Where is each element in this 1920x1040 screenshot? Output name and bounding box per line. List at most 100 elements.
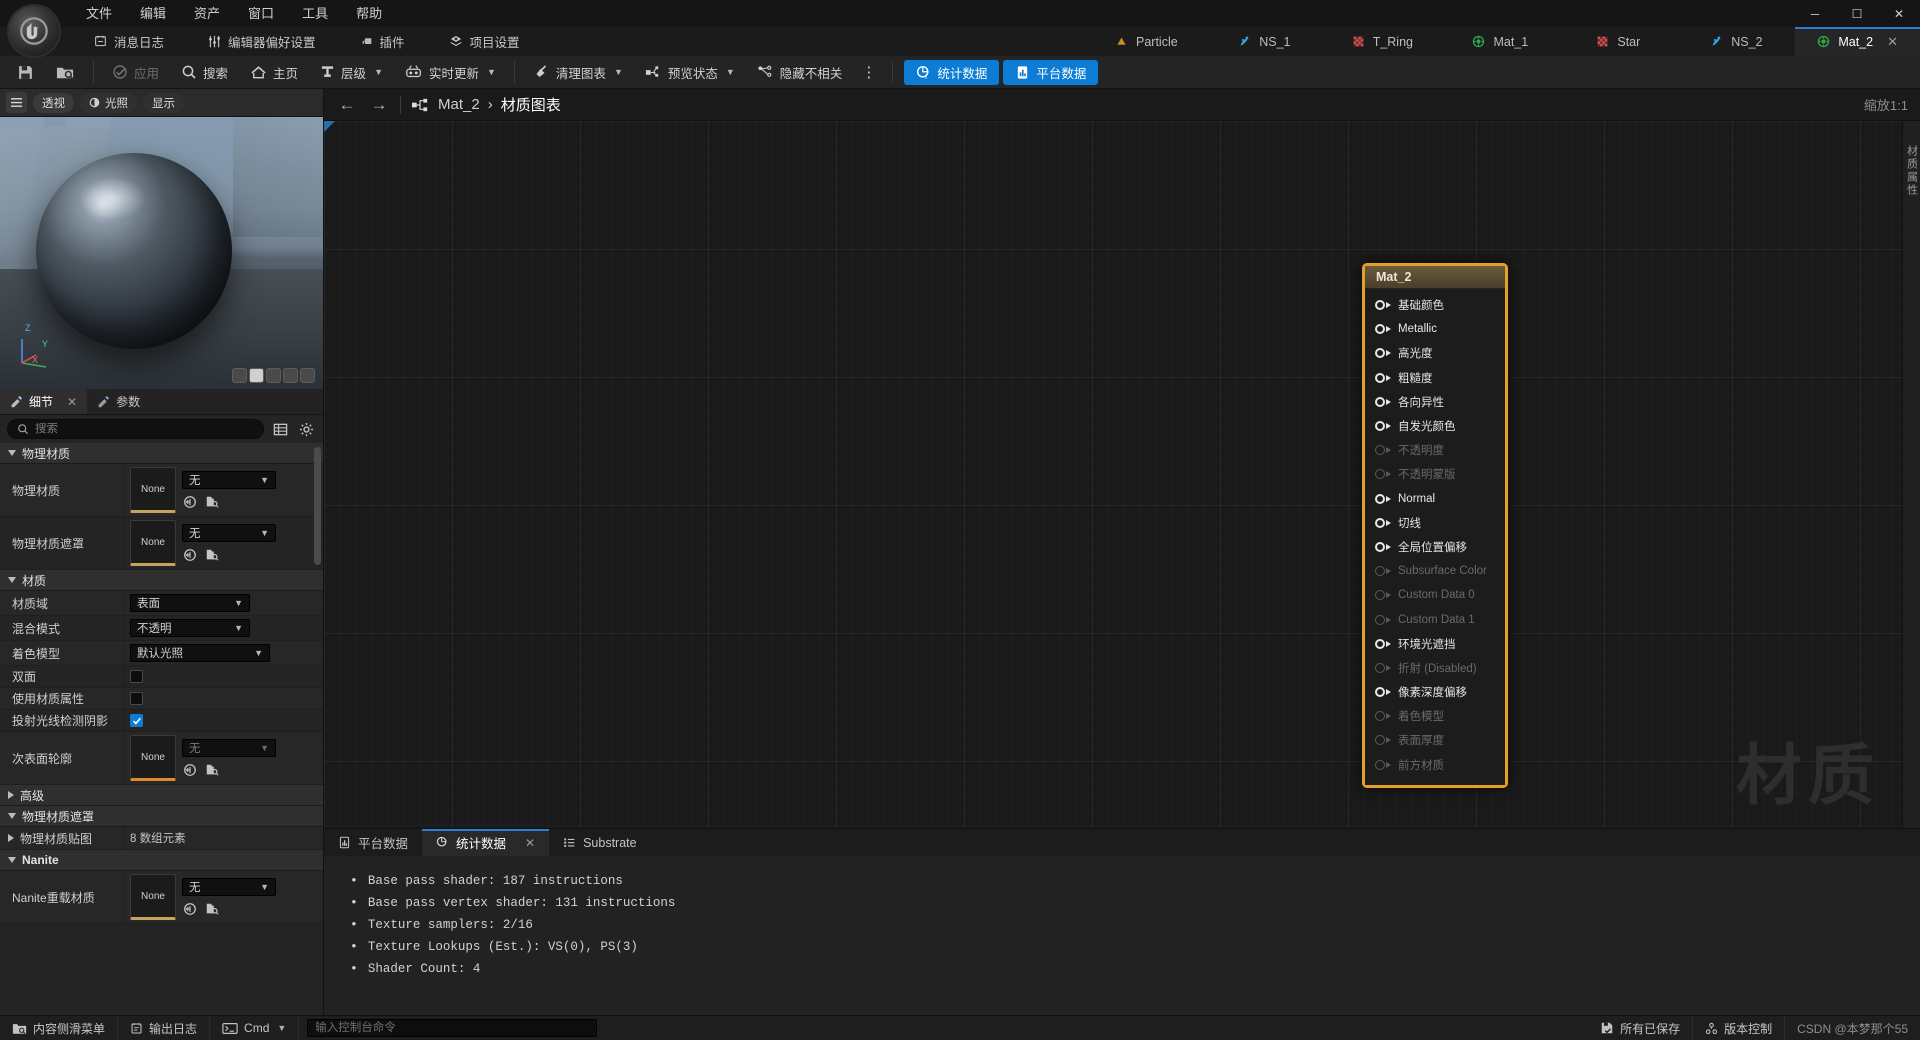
asset-thumbnail[interactable]: None <box>130 735 176 781</box>
platform-stats-button[interactable]: 平台数据 <box>1003 59 1099 85</box>
revision-control-button[interactable]: 版本控制 <box>1693 1015 1786 1040</box>
quick-item-plugins[interactable]: 插件 <box>338 27 427 56</box>
pin-icon[interactable] <box>1375 517 1391 528</box>
tab-mat-1[interactable]: Mat_1 <box>1441 27 1559 56</box>
node-pin-ambient-occlusion[interactable]: 环境光遮挡 <box>1365 632 1505 656</box>
asset-thumbnail[interactable]: None <box>130 874 176 920</box>
chevron-right-icon[interactable] <box>8 834 14 842</box>
asset-thumbnail[interactable]: None <box>130 520 176 566</box>
use-selected-asset-icon[interactable] <box>182 762 197 777</box>
grid-view-icon[interactable] <box>271 420 290 439</box>
clean-graph-button[interactable]: 清理图表 ▼ <box>522 59 634 86</box>
dock-tab-stats[interactable]: 统计数据 ✕ <box>422 829 550 856</box>
use-selected-asset-icon[interactable] <box>182 901 197 916</box>
maximize-button[interactable]: ☐ <box>1836 0 1878 27</box>
quick-item-project-settings[interactable]: 项目设置 <box>427 27 542 56</box>
graph-right-rail[interactable]: 材质属性 <box>1902 121 1920 828</box>
shading-model-combo[interactable]: 默认光照 ▼ <box>130 644 270 662</box>
menu-item-window[interactable]: 窗口 <box>234 0 288 27</box>
console-command-input[interactable] <box>307 1019 598 1037</box>
output-log-button[interactable]: 输出日志 <box>118 1015 211 1040</box>
browse-button[interactable] <box>45 59 86 86</box>
dock-tab-platform-stats[interactable]: 平台数据 <box>324 829 422 856</box>
cast-ray-traced-shadows-checkbox[interactable] <box>130 714 143 727</box>
material-preview-viewport[interactable]: Z Y X <box>0 117 323 389</box>
node-pin-anisotropy[interactable]: 各向异性 <box>1365 390 1505 414</box>
chevron-down-icon[interactable]: ▼ <box>374 67 383 77</box>
asset-thumbnail[interactable]: None <box>130 467 176 513</box>
blend-mode-combo[interactable]: 不透明 ▼ <box>130 619 250 637</box>
use-selected-asset-icon[interactable] <box>182 547 197 562</box>
close-details-tab-icon[interactable]: ✕ <box>67 395 77 409</box>
breadcrumb-asset-name[interactable]: Mat_2 <box>438 96 480 113</box>
nav-back-button[interactable]: ← <box>336 95 358 115</box>
section-header-physical-material-mask[interactable]: 物理材质遮罩 <box>0 806 323 827</box>
asset-picker-combo[interactable]: 无 ▼ <box>182 524 276 542</box>
preview-state-button[interactable]: 预览状态 ▼ <box>634 59 746 86</box>
search-button[interactable]: 搜索 <box>170 59 239 86</box>
chevron-down-icon[interactable]: ▼ <box>726 67 735 77</box>
pin-icon[interactable] <box>1375 493 1391 504</box>
chevron-down-icon[interactable]: ▼ <box>487 67 496 77</box>
chevron-down-icon[interactable]: ▼ <box>614 67 623 77</box>
details-panel-content[interactable]: 物理材质 物理材质 None 无 ▼ 物理材质遮罩 None 无 ▼ 材质 材质… <box>0 443 323 1015</box>
preview-shape-cylinder-button[interactable] <box>232 368 247 383</box>
material-output-node[interactable]: Mat_2 基础颜色 Metallic 高光度 粗糙度 各向异性 自发光颜色 不… <box>1362 263 1508 788</box>
section-header-nanite[interactable]: Nanite <box>0 850 323 871</box>
dock-tab-substrate[interactable]: Substrate <box>549 829 651 856</box>
gear-icon[interactable] <box>297 420 316 439</box>
menu-item-edit[interactable]: 编辑 <box>126 0 180 27</box>
pin-icon[interactable] <box>1375 687 1391 698</box>
tab-ns-1[interactable]: NS_1 <box>1205 27 1323 56</box>
details-search-box[interactable] <box>7 419 264 439</box>
use-selected-asset-icon[interactable] <box>182 494 197 509</box>
close-dock-tab-icon[interactable]: ✕ <box>525 836 535 850</box>
pin-icon[interactable] <box>1375 348 1391 359</box>
unreal-engine-logo-icon[interactable] <box>7 4 61 58</box>
section-header-advanced[interactable]: 高级 <box>0 785 323 806</box>
pin-icon[interactable] <box>1375 421 1391 432</box>
stats-button[interactable]: i 统计数据 <box>904 59 1000 85</box>
viewport-show-button[interactable]: 显示 <box>143 92 184 113</box>
pin-icon[interactable] <box>1375 324 1391 335</box>
node-pin-tangent[interactable]: 切线 <box>1365 511 1505 535</box>
browse-to-asset-icon[interactable] <box>204 494 219 509</box>
hide-unrelated-button[interactable]: 隐藏不相关 <box>746 59 854 86</box>
tab-particle[interactable]: Particle <box>1087 27 1205 56</box>
toolbar-overflow-button[interactable]: ⋮ <box>853 63 885 81</box>
home-button[interactable]: 主页 <box>239 59 309 86</box>
apply-button[interactable]: 应用 <box>101 59 170 86</box>
chevron-down-icon[interactable]: ▼ <box>277 1023 286 1033</box>
close-tab-icon[interactable]: ✕ <box>1887 34 1898 50</box>
node-pin-world-position-offset[interactable]: 全局位置偏移 <box>1365 535 1505 559</box>
node-pin-emissive-color[interactable]: 自发光颜色 <box>1365 414 1505 438</box>
preview-shape-sphere-button[interactable] <box>249 368 264 383</box>
pin-icon[interactable] <box>1375 396 1391 407</box>
tab-t-ring[interactable]: T_Ring <box>1323 27 1441 56</box>
tab-star[interactable]: Star <box>1559 27 1677 56</box>
pin-icon[interactable] <box>1375 372 1391 383</box>
quick-item-editor-preferences[interactable]: 编辑器偏好设置 <box>186 27 338 56</box>
browse-to-asset-icon[interactable] <box>204 901 219 916</box>
node-pin-specular[interactable]: 高光度 <box>1365 341 1505 365</box>
tab-details[interactable]: 细节 ✕ <box>0 389 88 414</box>
cmd-selector-button[interactable]: Cmd ▼ <box>210 1015 300 1040</box>
menu-item-tools[interactable]: 工具 <box>288 0 342 27</box>
node-pin-pixel-depth-offset[interactable]: 像素深度偏移 <box>1365 680 1505 704</box>
pin-icon[interactable] <box>1375 541 1391 552</box>
node-pin-normal[interactable]: Normal <box>1365 487 1505 511</box>
content-drawer-button[interactable]: 内容侧滑菜单 <box>0 1015 119 1040</box>
section-header-physical-material[interactable]: 物理材质 <box>0 443 323 464</box>
material-domain-combo[interactable]: 表面 ▼ <box>130 594 250 612</box>
pin-icon[interactable] <box>1375 638 1391 649</box>
quick-item-message-log[interactable]: 消息日志 <box>72 27 186 56</box>
viewport-perspective-button[interactable]: 透视 <box>33 92 74 113</box>
asset-picker-combo[interactable]: 无 ▼ <box>182 471 276 489</box>
menu-item-help[interactable]: 帮助 <box>342 0 396 27</box>
details-search-input[interactable] <box>35 423 254 435</box>
viewport-menu-icon[interactable] <box>6 92 27 113</box>
menu-item-assets[interactable]: 资产 <box>180 0 234 27</box>
material-graph-canvas[interactable]: 材质 Mat_2 基础颜色 Metallic 高光度 粗糙度 各向异性 自发光颜… <box>324 121 1920 828</box>
browse-to-asset-icon[interactable] <box>204 762 219 777</box>
preview-shape-plane-button[interactable] <box>266 368 281 383</box>
